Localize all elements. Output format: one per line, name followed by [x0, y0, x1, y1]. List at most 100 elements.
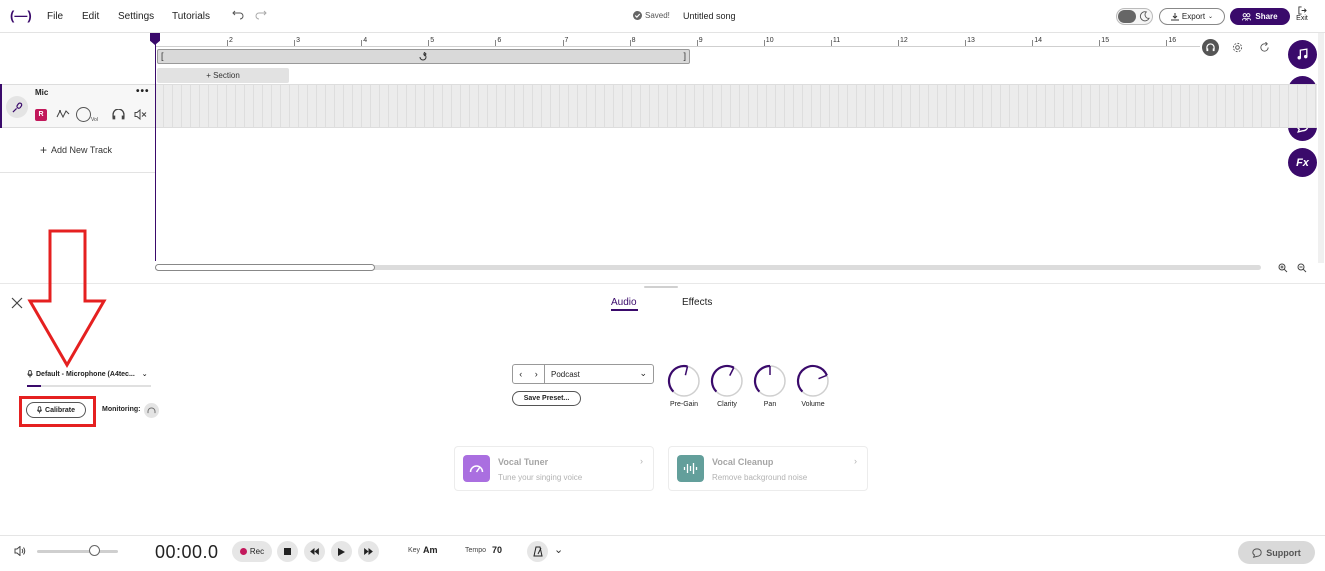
- vocal-cleanup-card[interactable]: Vocal Cleanup Remove background noise ›: [668, 446, 868, 491]
- play-icon: [338, 547, 345, 556]
- users-icon: [1242, 12, 1252, 21]
- headphones-icon[interactable]: [112, 109, 125, 120]
- preset-select[interactable]: ‹ › Podcast ⌄: [512, 364, 654, 384]
- add-track-label: Add New Track: [51, 145, 113, 155]
- horizontal-scroll-thumb[interactable]: [155, 264, 375, 271]
- speaker-icon[interactable]: [14, 546, 26, 556]
- knob-label: Volume: [801, 401, 825, 408]
- track-selected-accent: [0, 84, 2, 128]
- master-volume-thumb[interactable]: [89, 545, 100, 556]
- vocal-tuner-card[interactable]: Vocal Tuner Tune your singing voice ›: [454, 446, 654, 491]
- rewind-icon: [310, 548, 319, 555]
- top-bar: (—) File Edit Settings Tutorials Saved! …: [0, 0, 1325, 33]
- track-options-button[interactable]: •••: [136, 86, 150, 97]
- share-button[interactable]: Share: [1230, 8, 1290, 25]
- add-section-button[interactable]: + Section: [157, 68, 289, 83]
- export-label: Export: [1181, 12, 1206, 21]
- music-library-button[interactable]: [1288, 40, 1317, 69]
- metronome-button[interactable]: [527, 541, 548, 562]
- zoom-out-icon[interactable]: [1297, 263, 1307, 273]
- share-label: Share: [1255, 12, 1278, 21]
- playhead[interactable]: [155, 33, 156, 261]
- ruler-tick: [965, 40, 967, 46]
- menu-file[interactable]: File: [47, 11, 63, 22]
- ruler-tick-label: 5: [430, 37, 435, 44]
- knob-clarity[interactable]: Clarity: [710, 364, 744, 408]
- saved-status: Saved!: [633, 11, 670, 20]
- play-button[interactable]: [331, 541, 352, 562]
- preset-name: Podcast: [551, 370, 580, 379]
- ruler-tick-label: 12: [900, 37, 908, 44]
- volume-knob-label: Vol: [91, 117, 98, 123]
- song-title[interactable]: Untitled song: [683, 11, 736, 21]
- chevron-down-icon: ⌄: [639, 368, 647, 378]
- track-name[interactable]: Mic: [35, 88, 48, 97]
- key-value[interactable]: Am: [423, 545, 438, 555]
- input-level-fill: [27, 385, 41, 387]
- metronome-view-button[interactable]: [1202, 39, 1219, 56]
- ruler-tick-label: 8: [631, 37, 636, 44]
- track-instrument-button[interactable]: [6, 96, 28, 118]
- ruler-tick-label: 6: [497, 37, 502, 44]
- chevron-down-icon[interactable]: ⌄: [554, 543, 563, 556]
- refresh-icon[interactable]: [1259, 42, 1270, 53]
- master-volume-slider[interactable]: [37, 550, 118, 553]
- save-preset-button[interactable]: Save Preset...: [512, 391, 581, 406]
- ruler-tick: [294, 40, 296, 46]
- ruler-tick: [562, 40, 564, 46]
- tempo-value[interactable]: 70: [492, 545, 502, 555]
- tab-effects[interactable]: Effects: [682, 297, 712, 308]
- menu-tutorials[interactable]: Tutorials: [172, 11, 210, 22]
- loop-end-handle[interactable]: ]: [683, 51, 686, 61]
- loop-region[interactable]: [ ]: [157, 49, 690, 64]
- timeline-ruler[interactable]: 2 3 4 5 6 7 8 9 10 11 12 13 14 15 16: [155, 33, 1200, 47]
- preset-nav: ‹ ›: [513, 365, 545, 383]
- knob-pre-gain[interactable]: Pre-Gain: [667, 364, 701, 408]
- ruler-tick-label: 2: [229, 37, 233, 44]
- chevron-left-icon[interactable]: ‹: [519, 369, 522, 379]
- knob-label: Pan: [763, 401, 777, 408]
- app-logo[interactable]: (—): [10, 8, 32, 23]
- stop-button[interactable]: [277, 541, 298, 562]
- loop-start-handle[interactable]: [: [161, 51, 164, 61]
- knob-label: Pre-Gain: [669, 401, 698, 408]
- fast-forward-button[interactable]: [358, 541, 379, 562]
- redo-icon: [255, 10, 267, 20]
- tab-audio[interactable]: Audio: [611, 297, 637, 308]
- mute-icon[interactable]: [134, 109, 147, 120]
- record-button[interactable]: Rec: [232, 541, 272, 562]
- close-icon[interactable]: [11, 297, 23, 309]
- menu-settings[interactable]: Settings: [118, 11, 154, 22]
- theme-toggle[interactable]: [1116, 8, 1153, 25]
- redo-button[interactable]: [255, 9, 267, 21]
- vocal-tuner-title: Vocal Tuner: [498, 457, 549, 467]
- stop-icon: [284, 548, 291, 555]
- add-new-track-button[interactable]: + Add New Track: [40, 143, 112, 157]
- knob-volume[interactable]: Volume: [796, 364, 830, 408]
- panel-resize-handle[interactable]: [644, 286, 678, 288]
- vertical-scrollbar[interactable]: [1318, 33, 1324, 263]
- volume-knob[interactable]: [76, 107, 91, 122]
- export-button[interactable]: Export ⌄: [1159, 8, 1225, 25]
- headphones-icon: [147, 407, 156, 414]
- automation-icon[interactable]: [56, 108, 70, 120]
- toggle-knob: [1118, 10, 1136, 23]
- chevron-right-icon[interactable]: ›: [535, 369, 538, 379]
- ruler-tick-label: 14: [1034, 37, 1042, 44]
- microphone-select[interactable]: Default - Microphone (A4tec... ⌄: [27, 370, 148, 378]
- ruler-tick-label: 11: [832, 37, 841, 44]
- zoom-in-icon[interactable]: [1278, 263, 1288, 273]
- exit-button[interactable]: Exit: [1294, 6, 1310, 22]
- record-arm-button[interactable]: R: [35, 109, 47, 121]
- menu-edit[interactable]: Edit: [82, 11, 99, 22]
- active-tab-indicator: [611, 309, 638, 311]
- knob-pan[interactable]: Pan: [753, 364, 787, 408]
- microphone-device-label: Default - Microphone (A4tec...: [36, 370, 135, 378]
- undo-button[interactable]: [232, 9, 244, 21]
- gear-icon[interactable]: [1232, 42, 1243, 53]
- track-lane[interactable]: [155, 84, 1317, 128]
- monitoring-toggle[interactable]: [144, 403, 159, 418]
- rewind-button[interactable]: [304, 541, 325, 562]
- effects-button[interactable]: Fx: [1288, 148, 1317, 177]
- support-button[interactable]: Support: [1238, 541, 1315, 564]
